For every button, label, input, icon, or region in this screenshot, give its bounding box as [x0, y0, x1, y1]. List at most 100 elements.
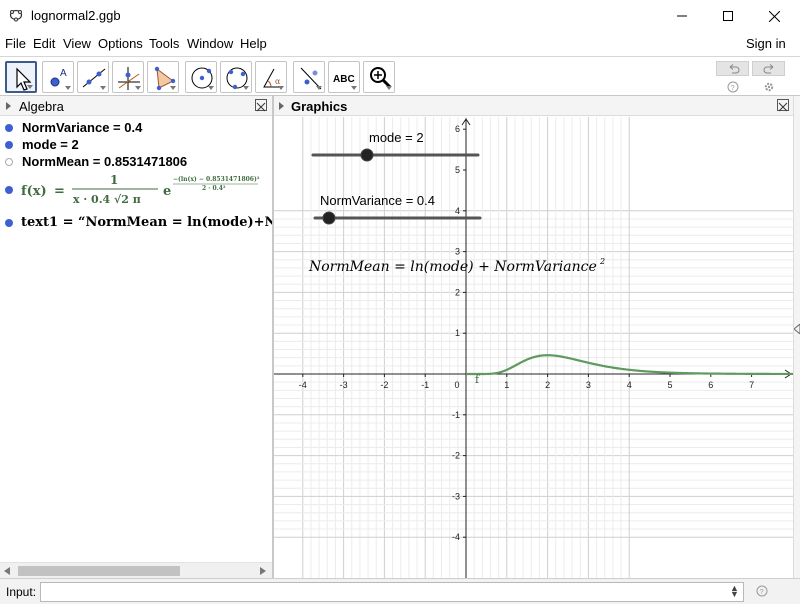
circle-through-points-tool[interactable]: [220, 61, 252, 93]
svg-text:−(ln(x) − 0.8531471806)²: −(ln(x) − 0.8531471806)²: [173, 176, 260, 183]
dropdown-triangle-icon: [278, 86, 284, 90]
input-help-icon[interactable]: ?: [756, 585, 768, 597]
formula-text-object[interactable]: NormMean = ln(mode) + NormVariance 2: [308, 257, 605, 275]
svg-text:e: e: [163, 184, 171, 199]
x-tick-label: 4: [627, 380, 632, 390]
text1-definition: text1 = “NormMean = ln(mode)+N: [21, 215, 272, 230]
svg-text:x · 0.4 √2 π: x · 0.4 √2 π: [73, 193, 141, 206]
angle-tool[interactable]: α: [255, 61, 287, 93]
y-tick-label: 1: [455, 328, 460, 338]
input-field[interactable]: [40, 582, 744, 602]
y-tick-label: 5: [455, 165, 460, 175]
side-panel-toggle[interactable]: [793, 96, 800, 578]
polygon-tool[interactable]: [147, 61, 179, 93]
function-formula: f(x) = 1 x · 0.4 √2 π e −(ln(x) − 0.8531…: [21, 173, 260, 206]
dropdown-triangle-icon: [170, 86, 176, 90]
scroll-right-arrow-icon[interactable]: [260, 567, 266, 575]
reflect-tool[interactable]: [293, 61, 325, 93]
algebra-item-text: NormMean = 0.8531471806: [22, 154, 188, 169]
menu-window[interactable]: Window: [187, 36, 233, 51]
undo-icon: [729, 64, 740, 74]
maximize-icon: [723, 11, 733, 21]
dropdown-triangle-icon: [135, 86, 141, 90]
undo-button[interactable]: [716, 61, 749, 76]
close-button[interactable]: [751, 0, 797, 32]
dropdown-triangle-icon: [65, 86, 71, 90]
menu-view[interactable]: View: [63, 36, 91, 51]
redo-icon: [763, 64, 774, 74]
expand-arrow-icon[interactable]: [794, 324, 800, 334]
svg-text:A: A: [60, 68, 67, 79]
graphics-view[interactable]: -4 -3 -2 -1 0 1 2 3 4 5 6 7 6 5 4 3 2 1 -1 -2 -3 -4 f mode = …: [274, 117, 793, 578]
scrollbar-thumb[interactable]: [18, 566, 180, 576]
text-tool[interactable]: ABC: [328, 61, 360, 93]
title-bar: lognormal2.ggb: [0, 0, 800, 32]
algebra-item-function-f[interactable]: f(x) = 1 x · 0.4 √2 π e −(ln(x) − 0.8531…: [0, 170, 272, 210]
y-tick-label: 4: [455, 206, 460, 216]
svg-text:f(x): f(x): [21, 184, 47, 199]
visibility-toggle[interactable]: [5, 158, 13, 166]
visibility-toggle[interactable]: [5, 141, 13, 149]
slider-mode-label: mode = 2: [369, 130, 424, 145]
slider-normvariance-handle[interactable]: [322, 211, 336, 225]
help-icon[interactable]: ?: [727, 81, 739, 93]
dropdown-triangle-icon: [27, 85, 33, 89]
redo-button[interactable]: [752, 61, 785, 76]
scroll-left-arrow-icon[interactable]: [4, 567, 10, 575]
visibility-toggle[interactable]: [5, 186, 13, 194]
algebra-close-button[interactable]: [255, 99, 267, 112]
graphics-close-button[interactable]: [777, 99, 789, 112]
menu-options[interactable]: Options: [98, 36, 143, 51]
panel-collapse-caret-icon[interactable]: [6, 102, 11, 110]
grid-lines: [274, 117, 793, 578]
visibility-toggle[interactable]: [5, 219, 13, 227]
gear-icon[interactable]: [763, 81, 775, 93]
move-tool[interactable]: [5, 61, 37, 93]
close-icon: [768, 10, 780, 22]
x-tick-label: -2: [380, 380, 388, 390]
y-tick-label: -4: [452, 532, 460, 542]
maximize-button[interactable]: [705, 0, 751, 32]
minimize-button[interactable]: [659, 0, 705, 32]
input-history-arrows-icon[interactable]: ▲ ▼: [730, 584, 739, 599]
circle-tool[interactable]: [185, 61, 217, 93]
x-tick-label: -4: [299, 380, 307, 390]
perpendicular-line-tool[interactable]: [112, 61, 144, 93]
geogebra-app-icon: [9, 9, 23, 22]
coordinate-plane[interactable]: -4 -3 -2 -1 0 1 2 3 4 5 6 7654321-1-2-3-4 f mode = …: [274, 117, 793, 578]
slider-mode[interactable]: mode = 2: [311, 130, 480, 162]
dropdown-triangle-icon: [243, 86, 249, 90]
visibility-toggle[interactable]: [5, 124, 13, 132]
dropdown-triangle-icon: [316, 86, 322, 90]
svg-text:2 · 0.4²: 2 · 0.4²: [202, 185, 226, 192]
line-tool[interactable]: [77, 61, 109, 93]
menu-bar: File Edit View Options Tools Window Help…: [0, 32, 800, 56]
algebra-panel-header: Algebra: [0, 96, 272, 116]
menu-file[interactable]: File: [5, 36, 26, 51]
sign-in-link[interactable]: Sign in: [746, 36, 786, 51]
formula-text: NormMean = ln(mode) + NormVariance: [308, 259, 597, 275]
algebra-horizontal-scrollbar[interactable]: [0, 562, 272, 578]
cursor-arrow-icon: [16, 67, 32, 91]
panel-collapse-caret-icon[interactable]: [279, 102, 284, 110]
x-tick-label: 5: [667, 380, 672, 390]
point-tool[interactable]: A: [42, 61, 74, 93]
algebra-item-text1[interactable]: text1 = “NormMean = ln(mode)+N: [0, 213, 272, 233]
zoom-in-tool[interactable]: [363, 61, 395, 93]
menu-edit[interactable]: Edit: [33, 36, 55, 51]
svg-text:?: ?: [731, 85, 735, 92]
svg-text:1: 1: [110, 173, 118, 187]
graphics-panel-header: Graphics: [274, 96, 793, 116]
svg-text:ABC: ABC: [333, 74, 355, 85]
algebra-item-text: NormVariance = 0.4: [22, 120, 143, 135]
menu-help[interactable]: Help: [240, 36, 267, 51]
close-icon: [256, 102, 266, 112]
dropdown-triangle-icon: [208, 86, 214, 90]
slider-mode-handle[interactable]: [360, 148, 374, 162]
close-icon: [778, 102, 788, 112]
window-title: lognormal2.ggb: [31, 8, 121, 23]
slider-normvariance-label: NormVariance = 0.4: [320, 193, 435, 208]
menu-tools[interactable]: Tools: [149, 36, 179, 51]
toolbar: A α ABC ?: [0, 56, 800, 96]
y-tick-label: 6: [455, 124, 460, 134]
